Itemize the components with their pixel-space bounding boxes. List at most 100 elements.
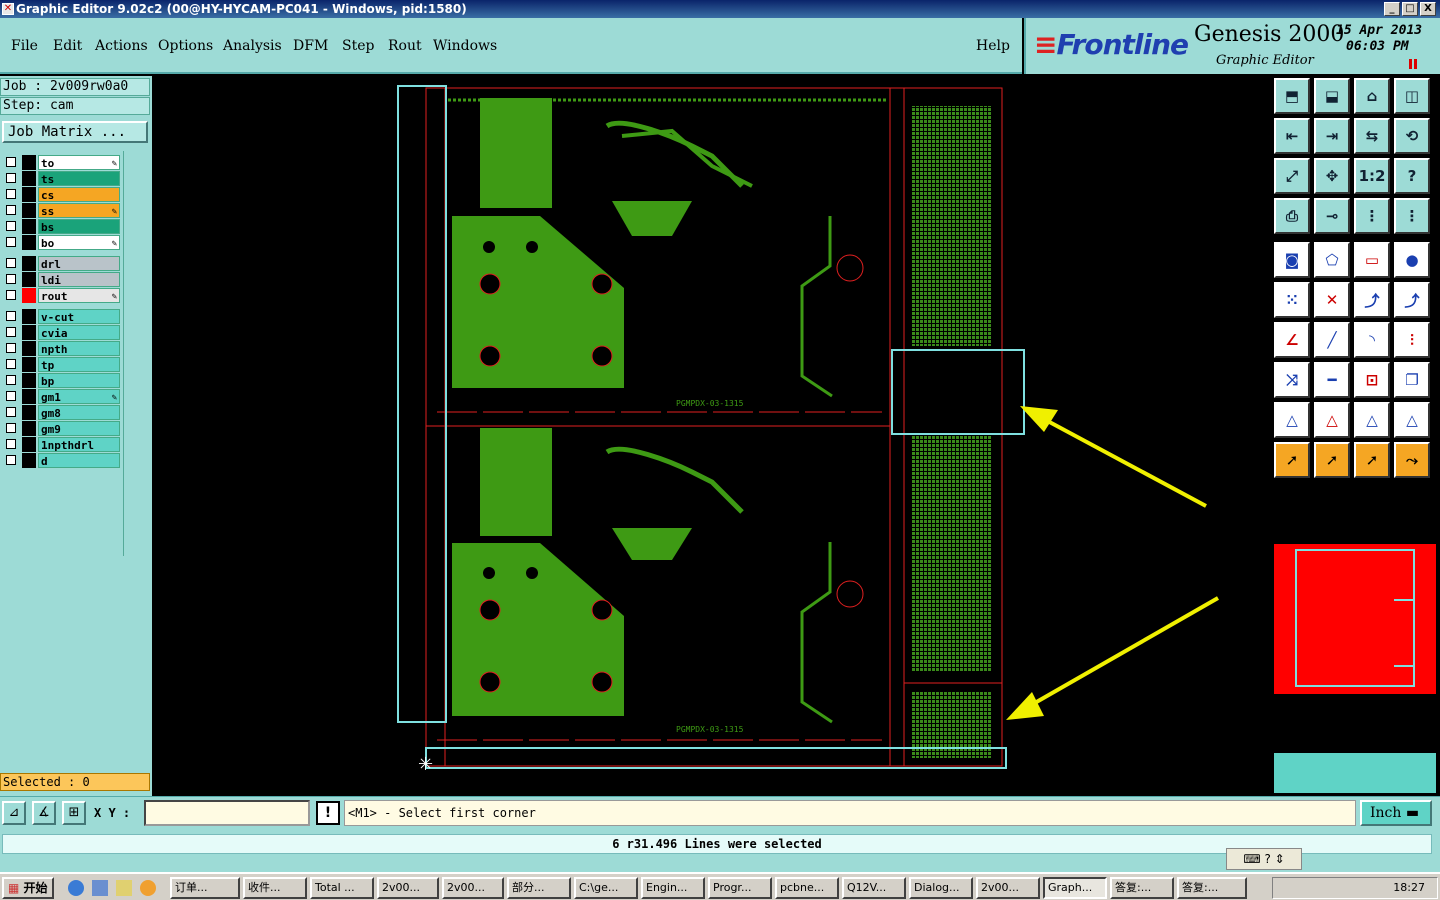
layer-color-swatch[interactable] xyxy=(22,272,36,287)
alert-button[interactable]: ! xyxy=(316,801,340,825)
menu-file[interactable]: File xyxy=(11,38,38,54)
layer-color-swatch[interactable] xyxy=(22,405,36,420)
layer-color-swatch[interactable] xyxy=(22,421,36,436)
layer-row-bp[interactable]: bp xyxy=(2,373,120,388)
layer-name[interactable]: bo ✎ xyxy=(38,235,120,250)
layer-row-v-cut[interactable]: v-cut xyxy=(2,309,120,324)
layer-row-npth[interactable]: npth xyxy=(2,341,120,356)
select-icon[interactable]: ➚ xyxy=(1274,442,1310,478)
layer-row-d[interactable]: d xyxy=(2,453,120,468)
menu-help[interactable]: Help xyxy=(976,38,1010,54)
minus-icon[interactable]: ━ xyxy=(1314,362,1350,398)
taskbar-item[interactable]: 部分... xyxy=(507,877,571,899)
minimize-button[interactable]: _ xyxy=(1384,2,1400,16)
menu-actions[interactable]: Actions xyxy=(95,38,148,54)
layer-checkbox[interactable] xyxy=(6,157,16,167)
layer-row-gm1[interactable]: gm1 ✎ xyxy=(2,389,120,404)
triangle-c-icon[interactable]: △ xyxy=(1394,402,1430,438)
graphics-canvas[interactable]: PGMPDX-03-1315 PGMPDX-03-1315 ✳ xyxy=(152,76,1272,796)
layer-row-cvia[interactable]: cvia xyxy=(2,325,120,340)
query-icon[interactable]: ? xyxy=(1394,158,1430,194)
layer-row-1npthdrl[interactable]: 1npthdrl xyxy=(2,437,120,452)
board-view[interactable]: PGMPDX-03-1315 PGMPDX-03-1315 ✳ xyxy=(152,76,1272,796)
nodes-icon[interactable]: ⁙ xyxy=(1274,282,1310,318)
snap-icon[interactable]: ⊸ xyxy=(1314,198,1350,234)
angle-icon[interactable]: ∠ xyxy=(1274,322,1310,358)
layer-name[interactable]: d xyxy=(38,453,120,468)
layer-checkbox[interactable] xyxy=(6,439,16,449)
swap-icon[interactable]: ⇆ xyxy=(1354,118,1390,154)
taskbar-item[interactable]: 2v00... xyxy=(442,877,504,899)
start-button[interactable]: ▦ 开始 xyxy=(2,877,54,899)
select-touch-icon[interactable]: ➚ xyxy=(1354,442,1390,478)
cross-icon[interactable]: ✕ xyxy=(1314,282,1350,318)
zoom-fit-icon[interactable]: ⤢ xyxy=(1274,158,1310,194)
menu-dfm[interactable]: DFM xyxy=(293,38,328,54)
window-icon[interactable]: ⬠ xyxy=(1314,242,1350,278)
layer-color-swatch[interactable] xyxy=(22,155,36,170)
copy-icon[interactable]: ❐ xyxy=(1394,362,1430,398)
layer-row-cs[interactable]: cs xyxy=(2,187,120,202)
layer-row-tp[interactable]: tp xyxy=(2,357,120,372)
layer-color-swatch[interactable] xyxy=(22,389,36,404)
layer-name[interactable]: v-cut xyxy=(38,309,120,324)
mini-map[interactable] xyxy=(1274,544,1436,694)
scale-1-2-icon[interactable]: 1:2 xyxy=(1354,158,1390,194)
taskbar-item[interactable]: 订单... xyxy=(170,877,240,899)
taskbar-item[interactable]: Total ... xyxy=(310,877,374,899)
taskbar-item[interactable]: Dialog... xyxy=(909,877,973,899)
layer-color-swatch[interactable] xyxy=(22,341,36,356)
line-add-icon[interactable]: ⤴ xyxy=(1354,282,1390,318)
layer-color-swatch[interactable] xyxy=(22,171,36,186)
redraw-icon[interactable]: ⟲ xyxy=(1394,118,1430,154)
taskbar-item[interactable]: 答复:... xyxy=(1110,877,1174,899)
layer-name[interactable]: to ✎ xyxy=(38,155,120,170)
layer-name[interactable]: bp xyxy=(38,373,120,388)
layer-color-swatch[interactable] xyxy=(22,219,36,234)
layer-checkbox[interactable] xyxy=(6,205,16,215)
layer-row-drl[interactable]: drl xyxy=(2,256,120,271)
layer-color-swatch[interactable] xyxy=(22,373,36,388)
taskbar-item[interactable]: 2v00... xyxy=(976,877,1040,899)
layer-color-swatch[interactable] xyxy=(22,437,36,452)
layer-color-swatch[interactable] xyxy=(22,309,36,324)
layer-color-swatch[interactable] xyxy=(22,203,36,218)
units-dropdown[interactable]: Inch ▬ xyxy=(1360,800,1432,826)
layer-checkbox[interactable] xyxy=(6,237,16,247)
home-icon[interactable]: ⌂ xyxy=(1354,78,1390,114)
layer-row-ldi[interactable]: ldi xyxy=(2,272,120,287)
layer-checkbox[interactable] xyxy=(6,343,16,353)
layer-row-ss[interactable]: ss ✎ xyxy=(2,203,120,218)
taskbar-item[interactable]: C:\ge... xyxy=(574,877,638,899)
net-highlight-icon[interactable]: ⋮ xyxy=(1394,198,1430,234)
pan-right-icon[interactable]: ⇥ xyxy=(1314,118,1350,154)
fit-icon[interactable]: ⬒ xyxy=(1274,78,1310,114)
menu-options[interactable]: Options xyxy=(158,38,213,54)
layer-name[interactable]: 1npthdrl xyxy=(38,437,120,452)
pad-icon[interactable]: ● xyxy=(1394,242,1430,278)
pause-icon[interactable] xyxy=(1409,59,1417,69)
mirror-icon[interactable]: ⫶ xyxy=(1394,322,1430,358)
layer-checkbox[interactable] xyxy=(6,311,16,321)
layer-checkbox[interactable] xyxy=(6,407,16,417)
layer-name[interactable]: tp xyxy=(38,357,120,372)
layer-checkbox[interactable] xyxy=(6,189,16,199)
taskbar-item[interactable]: Engin... xyxy=(641,877,705,899)
menu-edit[interactable]: Edit xyxy=(53,38,82,54)
layer-row-gm9[interactable]: gm9 xyxy=(2,421,120,436)
select-box-icon[interactable]: ➚ xyxy=(1314,442,1350,478)
menu-step[interactable]: Step xyxy=(342,38,374,54)
layer-checkbox[interactable] xyxy=(6,221,16,231)
taskbar-item[interactable]: Q12V... xyxy=(842,877,906,899)
layer-row-to[interactable]: to ✎ xyxy=(2,155,120,170)
ie-icon[interactable] xyxy=(68,880,84,896)
net-query-icon[interactable]: ⋮ xyxy=(1354,198,1390,234)
layer-checkbox[interactable] xyxy=(6,391,16,401)
layer-color-swatch[interactable] xyxy=(22,235,36,250)
layer-checkbox[interactable] xyxy=(6,258,16,268)
film-icon[interactable]: ◙ xyxy=(1274,242,1310,278)
triangle-b-icon[interactable]: △ xyxy=(1354,402,1390,438)
layer-name[interactable]: gm1 ✎ xyxy=(38,389,120,404)
triangle-a-icon[interactable]: △ xyxy=(1314,402,1350,438)
layer-row-gm8[interactable]: gm8 xyxy=(2,405,120,420)
